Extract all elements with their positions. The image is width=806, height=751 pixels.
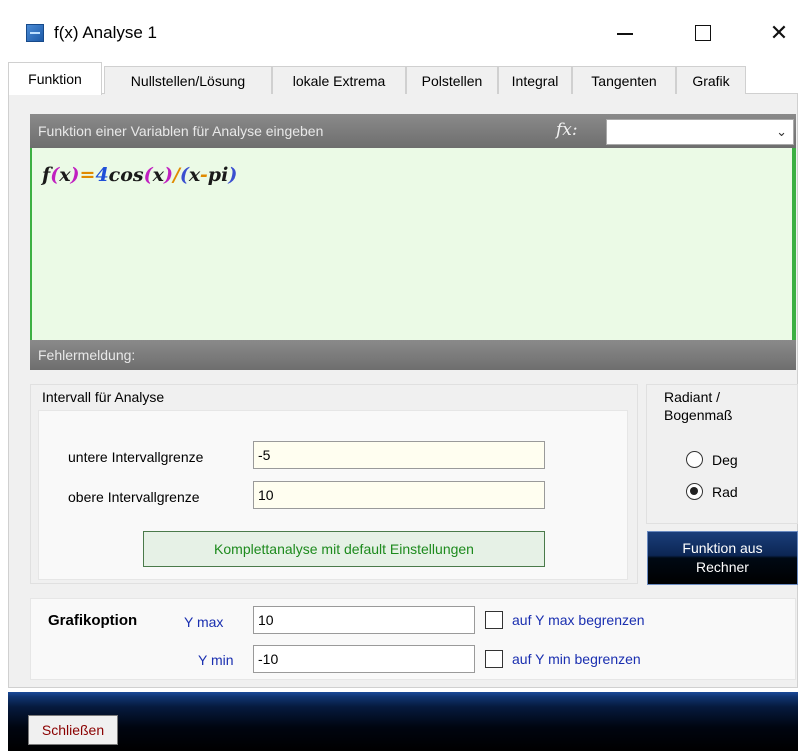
formula-text: f(x)=4cos(x)/(x-pi): [42, 164, 237, 186]
function-header: Funktion einer Variablen für Analyse ein…: [30, 114, 796, 148]
formula-token: x: [188, 164, 200, 186]
formula-token: /: [172, 164, 180, 186]
ymin-limit-checkbox[interactable]: auf Y min begrenzen: [485, 650, 641, 668]
calculator-button-line1: Funktion aus: [682, 540, 763, 556]
interval-group-title: Intervall für Analyse: [42, 389, 165, 405]
tab-strip: Funktion Nullstellen/Lösung lokale Extre…: [8, 62, 798, 95]
formula-token: (: [143, 164, 153, 186]
tab-nullstellen[interactable]: Nullstellen/Lösung: [104, 66, 272, 94]
formula-token: ): [228, 164, 238, 186]
footer-bar: [8, 692, 798, 751]
close-window-button[interactable]: ✕: [756, 16, 802, 50]
tab-polstellen[interactable]: Polstellen: [406, 66, 498, 94]
radio-deg-icon[interactable]: [686, 451, 703, 468]
angle-mode-title: Radiant / Bogenmaß: [664, 388, 732, 424]
radio-deg[interactable]: Deg: [686, 451, 738, 468]
ymax-label: Y max: [184, 614, 224, 630]
ymax-check-label: auf Y max begrenzen: [512, 612, 645, 628]
maximize-button[interactable]: [680, 16, 726, 50]
close-icon: ✕: [769, 20, 789, 46]
ymax-limit-checkbox[interactable]: auf Y max begrenzen: [485, 611, 645, 629]
formula-token: ): [70, 164, 80, 186]
angle-mode-title-line2: Bogenmaß: [664, 407, 733, 423]
calculator-button-line2: Rechner: [696, 559, 749, 575]
function-app-icon: [26, 24, 44, 42]
tab-tangenten[interactable]: Tangenten: [572, 66, 676, 94]
formula-token: =: [79, 164, 96, 186]
window-edge: [0, 62, 8, 751]
radio-rad[interactable]: Rad: [686, 483, 738, 500]
lower-bound-label: untere Intervallgrenze: [68, 449, 204, 465]
formula-token: pi: [207, 164, 229, 186]
ymax-input[interactable]: [253, 606, 475, 634]
formula-token: -: [199, 164, 208, 186]
function-from-calculator-button[interactable]: Funktion aus Rechner: [647, 531, 798, 585]
angle-mode-title-line1: Radiant /: [664, 389, 721, 405]
radio-rad-label: Rad: [712, 483, 738, 500]
radio-deg-label: Deg: [712, 451, 738, 468]
tab-integral[interactable]: Integral: [498, 66, 572, 94]
minimize-icon: [617, 33, 633, 35]
maximize-icon: [695, 25, 711, 41]
upper-bound-input[interactable]: [253, 481, 545, 509]
error-bar: Fehlermeldung:: [30, 340, 796, 370]
formula-token: 4: [95, 164, 109, 186]
formula-token: x: [59, 164, 71, 186]
formula-token: ): [163, 164, 173, 186]
formula-token: cos: [108, 164, 144, 186]
ymin-checkbox-icon[interactable]: [485, 650, 503, 668]
tab-funktion[interactable]: Funktion: [8, 62, 102, 95]
formula-token: (: [179, 164, 189, 186]
title-bar: f(x) Analyse 1 ✕: [0, 0, 806, 62]
minimize-button[interactable]: [602, 16, 648, 50]
fx-select[interactable]: ⌄: [606, 119, 794, 145]
ymax-checkbox-icon[interactable]: [485, 611, 503, 629]
ymin-input[interactable]: [253, 645, 475, 673]
formula-token: f: [42, 164, 51, 186]
error-label: Fehlermeldung:: [38, 347, 136, 363]
formula-token: (: [50, 164, 60, 186]
ymin-check-label: auf Y min begrenzen: [512, 651, 641, 667]
window-title: f(x) Analyse 1: [54, 23, 157, 42]
chevron-down-icon: ⌄: [776, 124, 787, 139]
tab-grafik[interactable]: Grafik: [676, 66, 746, 94]
tab-lokale-extrema[interactable]: lokale Extrema: [272, 66, 406, 94]
ymin-label: Y min: [198, 652, 234, 668]
fx-label: fx:: [556, 120, 578, 140]
function-header-label: Funktion einer Variablen für Analyse ein…: [38, 123, 324, 139]
graphic-options-title: Grafikoption: [48, 612, 138, 629]
formula-input[interactable]: f(x)=4cos(x)/(x-pi): [30, 148, 796, 340]
radio-rad-icon[interactable]: [686, 483, 703, 500]
close-button[interactable]: Schließen: [28, 715, 118, 745]
upper-bound-label: obere Intervallgrenze: [68, 489, 200, 505]
full-analysis-button[interactable]: Komplettanalyse mit default Einstellunge…: [143, 531, 545, 567]
lower-bound-input[interactable]: [253, 441, 545, 469]
formula-token: x: [152, 164, 164, 186]
